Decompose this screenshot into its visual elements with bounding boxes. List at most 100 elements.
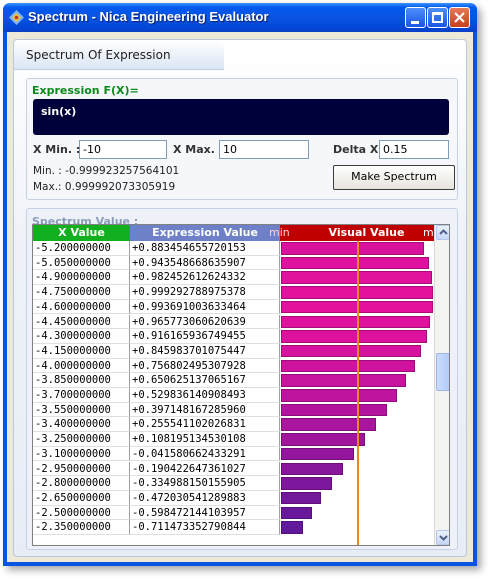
expression-value-cell: +0.756802495307928 [130,358,280,374]
x-value-cell: -3.550000000 [33,402,130,418]
table-row[interactable]: -5.200000000 +0.883454655720153 [33,241,433,256]
table-row[interactable]: -3.250000000 +0.108195134530108 [33,432,433,447]
visual-value-bar [281,462,343,475]
max-value-text: Max.: 0.999992073305919 [33,181,176,193]
x-value-cell: -2.800000000 [33,476,130,491]
delta-x-field[interactable] [379,140,449,159]
make-spectrum-button[interactable]: Make Spectrum [333,165,455,190]
spectrum-grid[interactable]: X Value Expression Value Visual Value mi… [32,224,450,546]
table-row[interactable]: -2.350000000 -0.711473352790844 [33,520,433,535]
x-value-cell: -4.900000000 [33,270,130,286]
table-row[interactable]: -4.000000000 +0.756802495307928 [33,358,433,374]
expression-value-cell: +0.108195134530108 [130,432,280,447]
tab-label: Spectrum Of Expression [26,48,171,62]
x-value-cell: -3.400000000 [33,417,130,433]
x-value-cell: -3.100000000 [33,446,130,462]
x-value-cell: -2.350000000 [33,520,130,535]
app-window: Spectrum - Nica Engineering Evaluator Sp… [3,3,477,566]
expression-value-cell: -0.190422647361027 [130,461,280,477]
x-value-cell: -4.600000000 [33,299,130,315]
column-header-expression[interactable]: Expression Value [130,225,280,241]
table-row[interactable]: -4.450000000 +0.965773060620639 [33,314,433,330]
chevron-down-icon [439,535,448,541]
xmax-field[interactable] [219,140,309,159]
expression-value-cell: -0.334988150155905 [130,476,280,491]
scroll-down-button[interactable] [436,530,449,545]
x-value-cell: -4.450000000 [33,314,130,330]
xmin-field[interactable] [79,140,167,159]
spectrum-group: Spectrum Value : X Value Expression Valu… [26,208,458,550]
visual-min-label: min [269,226,290,239]
visual-value-bar [281,374,407,387]
expression-input[interactable]: sin(x) [33,99,449,135]
visual-value-bar [281,315,431,328]
x-value-cell: -3.850000000 [33,373,130,388]
maximize-button[interactable] [427,7,448,28]
table-row[interactable]: -4.600000000 +0.993691003633464 [33,299,433,315]
title-bar[interactable]: Spectrum - Nica Engineering Evaluator [3,3,477,32]
visual-value-bar [281,403,388,417]
table-row[interactable]: -3.400000000 +0.255541102026831 [33,417,433,433]
xmax-label: X Max. : [173,143,224,156]
maximize-icon [432,12,443,23]
table-row[interactable]: -4.150000000 +0.845983701075447 [33,343,433,359]
expression-value-cell: -0.711473352790844 [130,520,280,535]
visual-value-bar [281,447,354,461]
app-icon [9,10,24,25]
table-row[interactable]: -2.650000000 -0.472030541289883 [33,490,433,506]
x-value-cell: -4.750000000 [33,285,130,300]
column-header-x[interactable]: X Value [33,225,130,241]
table-row[interactable]: -3.550000000 +0.397148167285960 [33,402,433,418]
expression-value-cell: -0.472030541289883 [130,490,280,506]
visual-value-bar [281,521,303,534]
table-row[interactable]: -2.800000000 -0.334988150155905 [33,476,433,491]
table-row[interactable]: -4.750000000 +0.999292788975378 [33,285,433,300]
visual-value-bar [281,477,332,490]
minimize-button[interactable] [405,7,426,28]
x-value-cell: -4.000000000 [33,358,130,374]
close-icon [454,12,465,23]
expression-value-cell: +0.965773060620639 [130,314,280,330]
scroll-up-button[interactable] [436,225,449,240]
window-title: Spectrum - Nica Engineering Evaluator [28,9,269,24]
x-value-cell: -4.150000000 [33,343,130,359]
visual-value-bar [281,256,429,270]
visual-value-bar [281,359,415,373]
x-value-cell: -2.500000000 [33,505,130,521]
vertical-scrollbar[interactable] [434,225,449,545]
expression-value-cell: +0.529836140908493 [130,388,280,403]
table-row[interactable]: -3.700000000 +0.529836140908493 [33,388,433,403]
close-button[interactable] [449,7,470,28]
visual-value-bar [281,344,422,358]
client-area: Spectrum Of Expression Expression F(X)= … [7,32,473,562]
x-value-cell: -3.700000000 [33,388,130,403]
expression-value-cell: +0.397148167285960 [130,402,280,418]
visual-value-bar [281,433,366,446]
expression-group: Expression F(X)= sin(x) X Min. : X Max. … [26,78,458,200]
table-row[interactable]: -3.850000000 +0.650625137065167 [33,373,433,388]
visual-value-bar [281,506,312,520]
scroll-thumb[interactable] [436,353,449,392]
table-row[interactable]: -2.950000000 -0.190422647361027 [33,461,433,477]
table-row[interactable]: -5.050000000 +0.943548668635907 [33,255,433,271]
expression-value-cell: +0.255541102026831 [130,417,280,433]
x-value-cell: -3.250000000 [33,432,130,447]
expression-value-cell: -0.598472144103957 [130,505,280,521]
visual-value-bar [281,418,377,431]
x-value-cell: -5.200000000 [33,241,130,256]
chevron-up-icon [439,229,448,235]
visual-value-bar [281,389,398,402]
tab-page: Spectrum Of Expression Expression F(X)= … [13,39,467,557]
table-row[interactable]: -4.900000000 +0.982452612624332 [33,270,433,286]
table-row[interactable]: -4.300000000 +0.916165936749455 [33,329,433,344]
table-row[interactable]: -3.100000000 -0.041580662433291 [33,446,433,462]
visual-value-bar [281,491,322,505]
expression-value-cell: +0.883454655720153 [130,241,280,256]
table-row[interactable]: -2.500000000 -0.598472144103957 [33,505,433,521]
tab-spectrum-of-expression[interactable]: Spectrum Of Expression [14,40,224,70]
x-value-cell: -2.650000000 [33,490,130,506]
expression-value-cell: +0.943548668635907 [130,255,280,271]
expression-value-cell: +0.999292788975378 [130,285,280,300]
zero-marker-line [356,241,359,545]
expression-value-cell: +0.650625137065167 [130,373,280,388]
